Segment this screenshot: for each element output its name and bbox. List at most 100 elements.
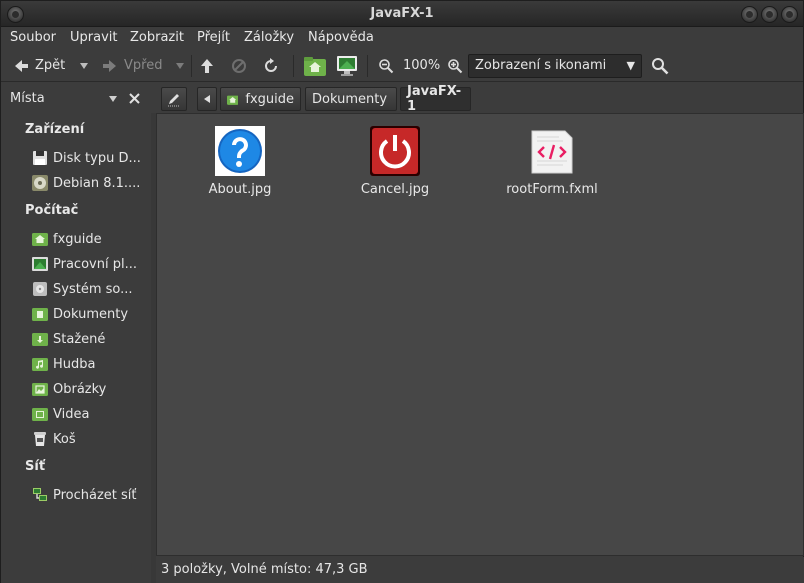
computer-button[interactable] bbox=[335, 49, 359, 82]
sidebar-item-desktop[interactable]: Pracovní pl... bbox=[32, 254, 150, 274]
downloads-folder-icon bbox=[32, 333, 48, 346]
file-item[interactable]: Cancel.jpg bbox=[325, 126, 465, 197]
sidebar-section-devices: Zařízení bbox=[25, 122, 85, 137]
sidebar-section-computer: Počítač bbox=[25, 203, 79, 218]
up-button[interactable] bbox=[199, 49, 215, 82]
xml-file-icon bbox=[531, 130, 573, 174]
hard-drive-icon bbox=[33, 282, 47, 296]
arrow-right-icon bbox=[103, 59, 116, 72]
sidebar-item-label: Systém so... bbox=[53, 281, 133, 297]
file-name: About.jpg bbox=[208, 182, 272, 197]
home-button[interactable] bbox=[303, 49, 327, 82]
menu-file[interactable]: Soubor bbox=[10, 30, 56, 45]
arrow-left-icon bbox=[15, 59, 28, 72]
toolbar-separator bbox=[367, 55, 368, 77]
sidebar-item-label: Dokumenty bbox=[53, 306, 129, 322]
home-folder-icon bbox=[227, 95, 239, 105]
triangle-left-icon bbox=[204, 95, 210, 103]
file-name: Cancel.jpg bbox=[360, 182, 430, 197]
menu-help[interactable]: Nápověda bbox=[308, 30, 374, 45]
status-text: 3 položky, Volné místo: 47,3 GB bbox=[161, 562, 368, 577]
zoom-level[interactable]: 100% bbox=[403, 49, 440, 82]
pencil-icon bbox=[168, 94, 180, 107]
sidebar-item-pictures[interactable]: Obrázky bbox=[32, 379, 150, 399]
path-crumb-current[interactable]: JavaFX-1 bbox=[400, 84, 471, 114]
optical-disc-icon bbox=[32, 175, 48, 191]
minimize-button[interactable] bbox=[741, 6, 758, 23]
file-view[interactable]: About.jpg Cancel.jpg rootForm.fxml bbox=[156, 113, 804, 556]
status-bar: 3 položky, Volné místo: 47,3 GB bbox=[156, 557, 804, 583]
path-crumb-label: Dokumenty bbox=[312, 91, 388, 107]
sidebar-item-videos[interactable]: Videa bbox=[32, 404, 150, 424]
home-folder-icon bbox=[304, 56, 326, 76]
computer-icon bbox=[337, 55, 357, 76]
file-manager-window: JavaFX-1 Soubor Upravit Zobrazit Přejít … bbox=[0, 0, 804, 583]
view-mode-label: Zobrazení s ikonami bbox=[475, 58, 607, 73]
sidebar-item-downloads[interactable]: Stažené bbox=[32, 329, 150, 349]
file-item[interactable]: rootForm.fxml bbox=[482, 126, 622, 197]
reload-button[interactable] bbox=[263, 49, 279, 82]
menu-edit[interactable]: Upravit bbox=[70, 30, 117, 45]
sidebar-item-label: Koš bbox=[53, 431, 76, 447]
sidebar-item-browse-network[interactable]: Procházet síť bbox=[32, 485, 150, 505]
title-bar[interactable]: JavaFX-1 bbox=[1, 1, 803, 27]
path-bar: fxguide Dokumenty JavaFX-1 bbox=[156, 83, 803, 114]
sidebar-title: Místa bbox=[10, 91, 45, 106]
sidebar-item-disk[interactable]: Disk typu D... bbox=[32, 148, 150, 168]
path-crumb-label: JavaFX-1 bbox=[407, 84, 462, 114]
question-mark-image-icon bbox=[215, 126, 265, 176]
pictures-folder-icon bbox=[32, 383, 48, 396]
maximize-button[interactable] bbox=[761, 6, 778, 23]
sidebar-item-trash[interactable]: Koš bbox=[32, 429, 150, 449]
sidebar-item-label: Pracovní pl... bbox=[53, 256, 137, 272]
sidebar-item-label: fxguide bbox=[53, 231, 102, 247]
close-icon[interactable] bbox=[129, 93, 140, 104]
zoom-in-button[interactable] bbox=[447, 49, 463, 82]
videos-folder-icon bbox=[32, 408, 48, 421]
view-mode-select[interactable]: Zobrazení s ikonami ▼ bbox=[468, 54, 642, 78]
sidebar-item-label: Disk typu D... bbox=[53, 150, 141, 166]
sidebar-item-documents[interactable]: Dokumenty bbox=[32, 304, 150, 324]
forward-history-dropdown[interactable] bbox=[175, 49, 185, 82]
menu-bookmarks[interactable]: Záložky bbox=[244, 30, 294, 45]
forward-button[interactable]: Vpřed bbox=[102, 49, 162, 82]
toolbar: Zpět Vpřed 100% bbox=[1, 49, 803, 82]
path-crumb-fxguide[interactable]: fxguide bbox=[220, 87, 301, 111]
menu-go[interactable]: Přejít bbox=[197, 30, 230, 45]
triangle-down-icon bbox=[80, 62, 88, 69]
sidebar-item-label: Videa bbox=[53, 406, 90, 422]
power-button-image-icon bbox=[370, 126, 420, 176]
path-crumb-dokumenty[interactable]: Dokumenty bbox=[305, 87, 397, 111]
path-scroll-left-button[interactable] bbox=[197, 87, 217, 111]
back-history-dropdown[interactable] bbox=[79, 49, 89, 82]
triangle-down-icon bbox=[176, 62, 184, 69]
close-button[interactable] bbox=[781, 6, 798, 23]
sidebar-section-network: Síť bbox=[25, 459, 46, 474]
zoom-out-icon bbox=[379, 58, 394, 73]
sidebar-item-label: Stažené bbox=[53, 331, 106, 347]
search-button[interactable] bbox=[651, 49, 669, 82]
sidebar-header: Místa bbox=[1, 83, 153, 113]
back-label: Zpět bbox=[35, 58, 66, 73]
floppy-disk-icon bbox=[33, 151, 47, 165]
file-name: rootForm.fxml bbox=[506, 182, 598, 197]
back-button[interactable]: Zpět bbox=[13, 49, 65, 82]
window-title: JavaFX-1 bbox=[370, 6, 434, 21]
sidebar-item-debian[interactable]: Debian 8.1.... bbox=[32, 173, 150, 193]
path-crumb-label: fxguide bbox=[245, 91, 294, 107]
zoom-in-icon bbox=[448, 58, 463, 73]
music-folder-icon bbox=[32, 358, 48, 371]
sidebar-item-label: Hudba bbox=[53, 356, 96, 372]
file-item[interactable]: About.jpg bbox=[170, 126, 310, 197]
sidebar-item-filesystem[interactable]: Systém so... bbox=[32, 279, 150, 299]
trash-icon bbox=[34, 432, 46, 446]
sidebar-item-fxguide[interactable]: fxguide bbox=[32, 229, 150, 249]
edit-location-button[interactable] bbox=[161, 87, 187, 111]
triangle-down-icon: ▼ bbox=[626, 59, 635, 72]
zoom-out-button[interactable] bbox=[378, 49, 394, 82]
menu-view[interactable]: Zobrazit bbox=[130, 30, 184, 45]
sidebar-item-music[interactable]: Hudba bbox=[32, 354, 150, 374]
stop-button[interactable] bbox=[231, 49, 247, 82]
triangle-down-icon[interactable] bbox=[108, 94, 118, 104]
stop-icon bbox=[232, 58, 246, 73]
